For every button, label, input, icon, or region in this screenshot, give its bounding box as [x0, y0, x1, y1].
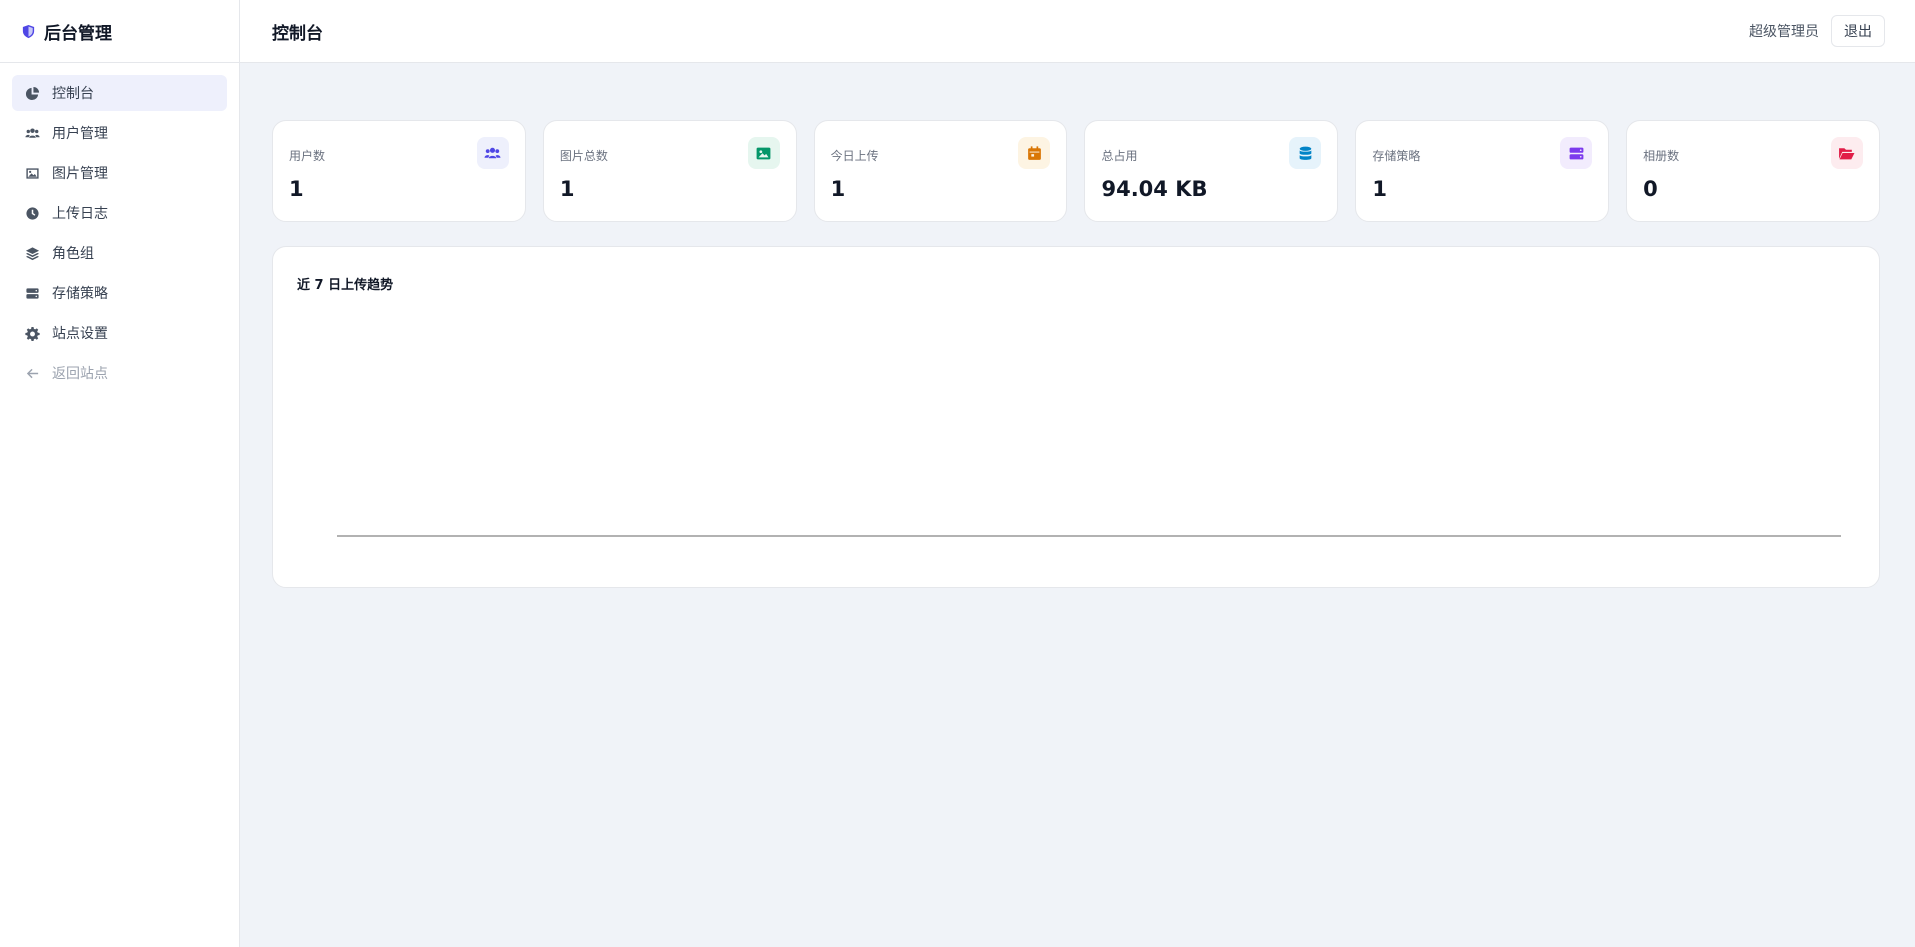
stat-card-storage-policies: 存储策略 1: [1355, 120, 1610, 222]
stat-label: 今日上传: [830, 149, 879, 163]
stat-value: 1: [289, 177, 304, 201]
stat-value: 0: [1643, 177, 1658, 201]
sidebar-item-upload-log[interactable]: 上传日志: [12, 195, 227, 231]
clock-icon: [24, 205, 40, 221]
upload-trend-chart: [337, 535, 1841, 537]
stat-value: 1: [559, 177, 575, 201]
stat-label: 相册数: [1643, 149, 1680, 163]
folder-open-icon: [1830, 137, 1863, 169]
brand-title: 后台管理: [44, 23, 112, 44]
sidebar-item-back-to-site[interactable]: 返回站点: [12, 355, 227, 391]
pie-chart-icon: [24, 85, 40, 101]
sidebar-item-users[interactable]: 用户管理: [12, 115, 227, 151]
upload-trend-chart-card: 近 7 日上传趋势: [272, 246, 1880, 588]
sidebar-item-storage[interactable]: 存储策略: [12, 275, 227, 311]
sidebar-nav: 控制台 用户管理 图片管理 上传日志 角色组 存储策略 站点设置 返回站点: [0, 63, 239, 407]
sidebar-item-settings[interactable]: 站点设置: [12, 315, 227, 351]
top-header: 控制台 超级管理员 退出: [240, 0, 1915, 63]
stat-label: 图片总数: [559, 149, 608, 163]
shield-icon: [20, 23, 36, 39]
stat-value: 1: [1372, 177, 1387, 201]
users-icon: [476, 137, 509, 169]
header-user-area: 超级管理员 退出: [1749, 15, 1885, 47]
stat-label: 用户数: [289, 149, 326, 163]
sidebar: 后台管理 控制台 用户管理 图片管理 上传日志 角色组 存储策略 站点设置 返回…: [0, 0, 240, 947]
server-icon: [1560, 137, 1593, 169]
stat-card-storage-used: 总占用 94.04 KB: [1084, 120, 1339, 222]
stat-card-today-uploads: 今日上传 1: [813, 120, 1068, 222]
logout-button[interactable]: 退出: [1831, 15, 1885, 47]
stat-label: 存储策略: [1372, 149, 1421, 163]
calendar-icon: [1018, 137, 1051, 169]
user-name: 超级管理员: [1749, 24, 1819, 40]
image-icon: [747, 137, 780, 169]
stat-value: 1: [830, 177, 846, 201]
sidebar-item-images[interactable]: 图片管理: [12, 155, 227, 191]
sidebar-item-label: 返回站点: [52, 366, 108, 382]
image-icon: [24, 165, 40, 181]
sidebar-item-roles[interactable]: 角色组: [12, 235, 227, 271]
users-icon: [24, 125, 40, 141]
database-icon: [1289, 137, 1322, 169]
sidebar-item-label: 图片管理: [52, 166, 108, 182]
stat-card-images: 图片总数 1: [542, 120, 797, 222]
server-icon: [24, 285, 40, 301]
sidebar-item-label: 站点设置: [52, 326, 108, 342]
sidebar-item-dashboard[interactable]: 控制台: [12, 75, 227, 111]
gear-icon: [24, 325, 40, 341]
layers-icon: [24, 245, 40, 261]
stat-card-users: 用户数 1: [272, 120, 526, 222]
stat-card-albums: 相册数 0: [1626, 120, 1880, 222]
sidebar-item-label: 上传日志: [52, 206, 108, 222]
arrow-left-icon: [24, 365, 40, 381]
stat-value: 94.04 KB: [1101, 177, 1208, 201]
stats-grid: 用户数 1 图片总数 1 今日上传 1 总占用 94.04 KB 存储策略 1 …: [272, 120, 1880, 222]
stat-label: 总占用: [1101, 149, 1138, 163]
sidebar-item-label: 角色组: [52, 246, 94, 262]
sidebar-item-label: 用户管理: [52, 126, 108, 142]
brand: 后台管理: [0, 0, 239, 63]
sidebar-item-label: 控制台: [52, 86, 94, 102]
sidebar-item-label: 存储策略: [52, 286, 108, 302]
page-title: 控制台: [272, 23, 323, 44]
